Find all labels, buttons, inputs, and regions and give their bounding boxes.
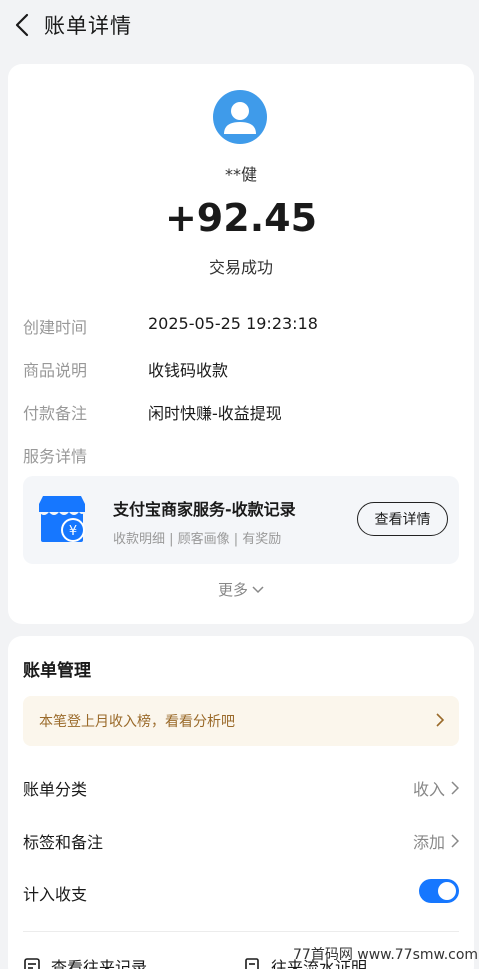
- view-details-button[interactable]: 查看详情: [357, 502, 448, 536]
- user-icon: [224, 102, 256, 134]
- toggle-knob: [438, 882, 456, 900]
- more-label: 更多: [217, 581, 248, 599]
- category-label: 账单分类: [23, 780, 88, 799]
- header-bar: 账单详情: [0, 0, 479, 50]
- history-link-label: 查看往来记录: [51, 958, 148, 969]
- category-value: 收入: [412, 780, 445, 799]
- service-subtitle: 收款明细 | 顾客画像 | 有奖励: [113, 532, 282, 547]
- section-title: 账单管理: [23, 661, 91, 681]
- chevron-left-icon: [15, 13, 29, 37]
- chevron-right-icon: [451, 834, 459, 848]
- income-toggle[interactable]: [419, 879, 459, 903]
- tags-add-button[interactable]: 添加: [413, 829, 459, 853]
- merchant-service-card[interactable]: ¥ 支付宝商家服务-收款记录 收款明细 | 顾客画像 | 有奖励 查看详情: [23, 476, 459, 564]
- chevron-right-icon: [436, 713, 445, 727]
- page-title: 账单详情: [44, 14, 132, 38]
- tags-value: 添加: [412, 833, 445, 852]
- created-time-value: 2025-05-25 19:23:18: [148, 314, 318, 333]
- service-label: 服务详情: [23, 447, 88, 466]
- document-icon: [245, 958, 259, 969]
- banner-text: 本笔登上月收入榜，看看分析吧: [39, 714, 235, 730]
- transaction-amount: +92.45: [164, 196, 318, 240]
- store-icon: ¥: [39, 496, 85, 542]
- bill-management-card: 账单管理 本笔登上月收入榜，看看分析吧 账单分类 收入 标签和备注 添加 计入收…: [8, 636, 474, 969]
- history-link[interactable]: 查看往来记录: [23, 954, 147, 969]
- remark-value: 闲时快赚-收益提现: [148, 404, 282, 423]
- avatar[interactable]: [213, 90, 267, 144]
- category-selector[interactable]: 收入: [413, 776, 459, 800]
- product-value: 收钱码收款: [148, 361, 229, 380]
- chevron-down-icon: [252, 585, 264, 593]
- product-label: 商品说明: [23, 361, 88, 380]
- back-button[interactable]: [0, 3, 44, 47]
- watermark: 77首码网 www.77smw.com: [293, 947, 479, 963]
- svg-text:¥: ¥: [69, 524, 77, 539]
- transaction-card: **健 +92.45 交易成功 创建时间 2025-05-25 19:23:18…: [8, 64, 474, 624]
- created-time-label: 创建时间: [23, 318, 88, 337]
- counterparty-name: **健: [224, 165, 257, 184]
- divider: [23, 931, 459, 932]
- more-button[interactable]: 更多: [8, 579, 474, 600]
- chevron-right-icon: [451, 781, 459, 795]
- income-label: 计入收支: [23, 885, 88, 904]
- transaction-status: 交易成功: [208, 258, 273, 277]
- remark-label: 付款备注: [23, 404, 88, 423]
- tags-label: 标签和备注: [23, 833, 104, 852]
- income-rank-banner[interactable]: 本笔登上月收入榜，看看分析吧: [23, 696, 459, 746]
- record-icon: [24, 958, 40, 969]
- service-title: 支付宝商家服务-收款记录: [113, 500, 296, 519]
